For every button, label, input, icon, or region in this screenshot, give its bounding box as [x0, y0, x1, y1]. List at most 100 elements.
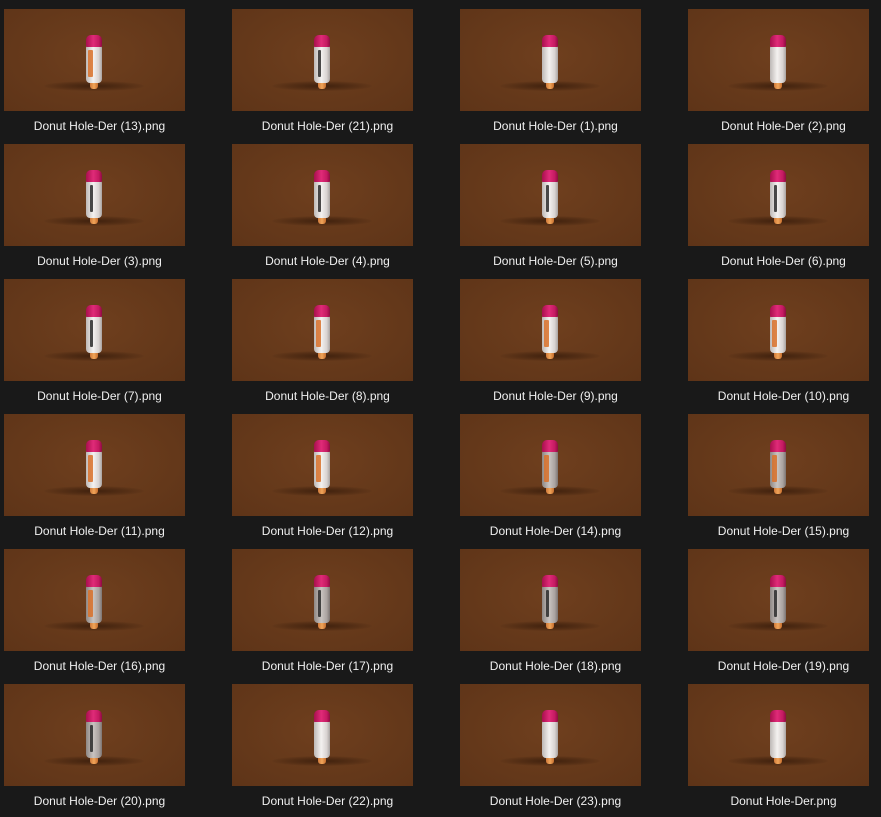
product-cap	[86, 170, 102, 182]
product-body	[770, 720, 786, 758]
product-body	[86, 315, 102, 353]
file-thumbnail	[4, 414, 185, 516]
product-cap	[542, 575, 558, 587]
file-item[interactable]: Donut Hole-Der (13).png	[4, 9, 204, 139]
file-item[interactable]: Donut Hole-Der (21).png	[232, 9, 432, 139]
file-item[interactable]: Donut Hole-Der (12).png	[232, 414, 432, 544]
file-thumbnail	[232, 549, 413, 651]
product-slot	[316, 320, 321, 347]
product-body	[542, 45, 558, 83]
product-slot	[88, 455, 93, 482]
product-slot	[88, 590, 93, 617]
file-item[interactable]: Donut Hole-Der (3).png	[4, 144, 204, 274]
file-thumbnail	[232, 144, 413, 246]
file-name-label: Donut Hole-Der (22).png	[261, 794, 394, 808]
product-cap	[542, 170, 558, 182]
file-item[interactable]: Donut Hole-Der (17).png	[232, 549, 432, 679]
product-slot	[774, 590, 777, 617]
product-body	[542, 180, 558, 218]
product-body	[86, 180, 102, 218]
product-cap	[86, 575, 102, 587]
product-cap	[542, 710, 558, 722]
product-slot	[90, 725, 93, 752]
product-slot	[772, 455, 777, 482]
file-thumbnail	[4, 549, 185, 651]
file-item[interactable]: Donut Hole-Der (16).png	[4, 549, 204, 679]
file-name-label: Donut Hole-Der (2).png	[721, 119, 846, 133]
file-thumbnail	[688, 414, 869, 516]
product-body	[770, 45, 786, 83]
product-body	[770, 180, 786, 218]
product-cap	[770, 305, 786, 317]
product-body	[542, 585, 558, 623]
file-item[interactable]: Donut Hole-Der (2).png	[688, 9, 881, 139]
file-thumbnail	[4, 279, 185, 381]
file-name-label: Donut Hole-Der (1).png	[493, 119, 618, 133]
product-cap	[314, 170, 330, 182]
file-item[interactable]: Donut Hole-Der (22).png	[232, 684, 432, 814]
product-body	[770, 585, 786, 623]
file-item[interactable]: Donut Hole-Der (14).png	[460, 414, 660, 544]
file-name-label: Donut Hole-Der (16).png	[33, 659, 166, 673]
file-thumbnail	[4, 9, 185, 111]
file-thumbnail	[688, 684, 869, 786]
product-cap	[314, 440, 330, 452]
file-item[interactable]: Donut Hole-Der (5).png	[460, 144, 660, 274]
file-item[interactable]: Donut Hole-Der (1).png	[460, 9, 660, 139]
file-thumbnail	[460, 549, 641, 651]
product-slot	[544, 320, 549, 347]
file-thumbnail	[688, 9, 869, 111]
file-name-label: Donut Hole-Der (5).png	[493, 254, 618, 268]
file-name-label: Donut Hole-Der (12).png	[261, 524, 394, 538]
file-item[interactable]: Donut Hole-Der (18).png	[460, 549, 660, 679]
file-item[interactable]: Donut Hole-Der (9).png	[460, 279, 660, 409]
file-name-label: Donut Hole-Der (9).png	[493, 389, 618, 403]
product-body	[542, 720, 558, 758]
product-cap	[770, 710, 786, 722]
product-cap	[542, 305, 558, 317]
file-name-label: Donut Hole-Der.png	[730, 794, 837, 808]
file-name-label: Donut Hole-Der (13).png	[33, 119, 166, 133]
file-item[interactable]: Donut Hole-Der (11).png	[4, 414, 204, 544]
product-body	[314, 720, 330, 758]
product-slot	[88, 50, 93, 77]
file-item[interactable]: Donut Hole-Der (7).png	[4, 279, 204, 409]
product-slot	[316, 455, 321, 482]
product-cap	[770, 170, 786, 182]
file-item[interactable]: Donut Hole-Der (6).png	[688, 144, 881, 274]
file-thumbnail	[4, 144, 185, 246]
file-name-label: Donut Hole-Der (17).png	[261, 659, 394, 673]
file-thumbnail	[460, 414, 641, 516]
file-thumbnail	[460, 144, 641, 246]
file-name-label: Donut Hole-Der (4).png	[265, 254, 390, 268]
file-item[interactable]: Donut Hole-Der (23).png	[460, 684, 660, 814]
file-thumbnail	[460, 9, 641, 111]
file-thumbnail	[460, 279, 641, 381]
file-item[interactable]: Donut Hole-Der (15).png	[688, 414, 881, 544]
file-thumbnail	[232, 279, 413, 381]
product-slot	[318, 590, 321, 617]
file-item[interactable]: Donut Hole-Der (8).png	[232, 279, 432, 409]
file-name-label: Donut Hole-Der (10).png	[717, 389, 850, 403]
file-thumbnail	[688, 549, 869, 651]
file-item[interactable]: Donut Hole-Der (19).png	[688, 549, 881, 679]
file-name-label: Donut Hole-Der (11).png	[34, 524, 165, 538]
file-name-label: Donut Hole-Der (19).png	[717, 659, 850, 673]
product-slot	[546, 590, 549, 617]
product-cap	[314, 35, 330, 47]
file-item[interactable]: Donut Hole-Der (10).png	[688, 279, 881, 409]
file-thumbnail	[232, 414, 413, 516]
product-slot	[774, 185, 777, 212]
product-cap	[314, 305, 330, 317]
product-slot	[772, 320, 777, 347]
file-name-label: Donut Hole-Der (3).png	[37, 254, 162, 268]
product-body	[314, 585, 330, 623]
file-name-label: Donut Hole-Der (6).png	[721, 254, 846, 268]
file-item[interactable]: Donut Hole-Der (20).png	[4, 684, 204, 814]
file-grid: Donut Hole-Der (13).png Donut Hole-Der (2…	[0, 0, 881, 817]
file-item[interactable]: Donut Hole-Der (4).png	[232, 144, 432, 274]
file-item[interactable]: Donut Hole-Der.png	[688, 684, 881, 814]
product-slot	[90, 185, 93, 212]
file-name-label: Donut Hole-Der (15).png	[717, 524, 850, 538]
product-cap	[542, 440, 558, 452]
